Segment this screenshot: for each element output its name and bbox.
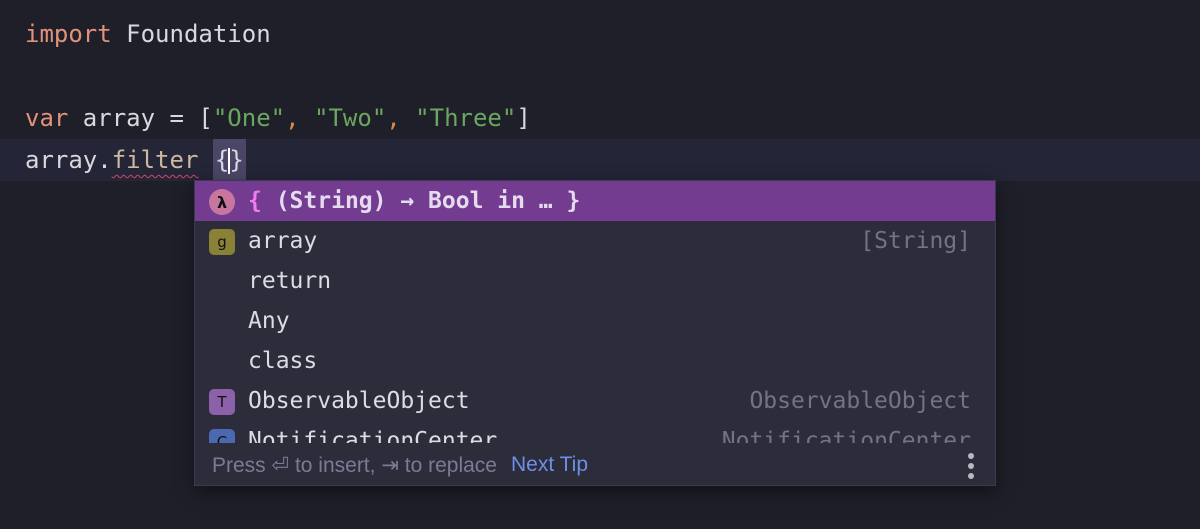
completion-item-label: class	[248, 348, 318, 374]
completion-item[interactable]: return	[195, 261, 995, 301]
keyword-import: import	[25, 20, 112, 48]
completion-item-label: NotificationCenter	[248, 428, 498, 443]
completion-item-type: [String]	[860, 228, 971, 254]
completion-item[interactable]: Any	[195, 301, 995, 341]
code-line-3[interactable]: var array = ["One", "Two", "Three"]	[0, 97, 1200, 139]
code-completion-popup: λ { (String) → Bool in … } g array [Stri…	[194, 180, 996, 486]
completion-footer: Press ⏎ to insert, ⇥ to replace Next Tip	[195, 443, 995, 485]
closure-signature: (String) → Bool in …	[261, 188, 567, 214]
module-name: Foundation	[111, 20, 271, 48]
completion-item-label: array	[248, 228, 318, 254]
completion-item-label: ObservableObject	[248, 388, 470, 414]
completion-item-label: return	[248, 268, 332, 294]
completion-item-type: ObservableObject	[749, 388, 971, 414]
completion-item[interactable]: C NotificationCenter NotificationCenter	[195, 421, 995, 443]
insert-replace-hint: Press ⏎ to insert, ⇥ to replace	[212, 453, 497, 477]
global-variable-icon: g	[209, 229, 235, 255]
comma: ,	[386, 104, 401, 132]
completion-item[interactable]: class	[195, 341, 995, 381]
string-literal: "Three"	[415, 104, 517, 132]
completion-item-label: Any	[248, 308, 290, 334]
completion-item[interactable]: T ObservableObject ObservableObject	[195, 381, 995, 421]
code-line-4-current[interactable]: array.filter {}	[0, 139, 1200, 181]
placeholder-close-brace: }	[229, 146, 244, 174]
closure-icon: λ	[209, 189, 235, 215]
string-literal: "One"	[212, 104, 286, 132]
completion-list[interactable]: λ { (String) → Bool in … } g array [Stri…	[195, 181, 995, 443]
brace-close: }	[566, 188, 581, 214]
class-icon: C	[209, 429, 235, 443]
placeholder-open-brace: {	[214, 146, 230, 174]
completion-item[interactable]: g array [String]	[195, 221, 995, 261]
next-tip-link[interactable]: Next Tip	[511, 453, 588, 477]
method-filter-with-error: filter	[111, 146, 199, 174]
string-literal: "Two"	[314, 104, 387, 132]
completion-item[interactable]: λ { (String) → Bool in … }	[195, 181, 995, 221]
variable-declaration: array = [	[68, 104, 213, 132]
completion-item-label: { (String) → Bool in … }	[248, 181, 580, 221]
completion-item-type: NotificationCenter	[721, 428, 971, 443]
code-line-1[interactable]: import Foundation	[0, 13, 1200, 55]
keyword-var: var	[25, 104, 69, 132]
receiver: array.	[25, 146, 112, 174]
closure-placeholder[interactable]: {}	[212, 139, 246, 181]
comma: ,	[285, 104, 300, 132]
more-vertical-icon[interactable]	[967, 453, 975, 479]
bracket-close: ]	[516, 104, 531, 132]
type-icon: T	[209, 389, 235, 415]
brace-open: {	[248, 188, 262, 214]
